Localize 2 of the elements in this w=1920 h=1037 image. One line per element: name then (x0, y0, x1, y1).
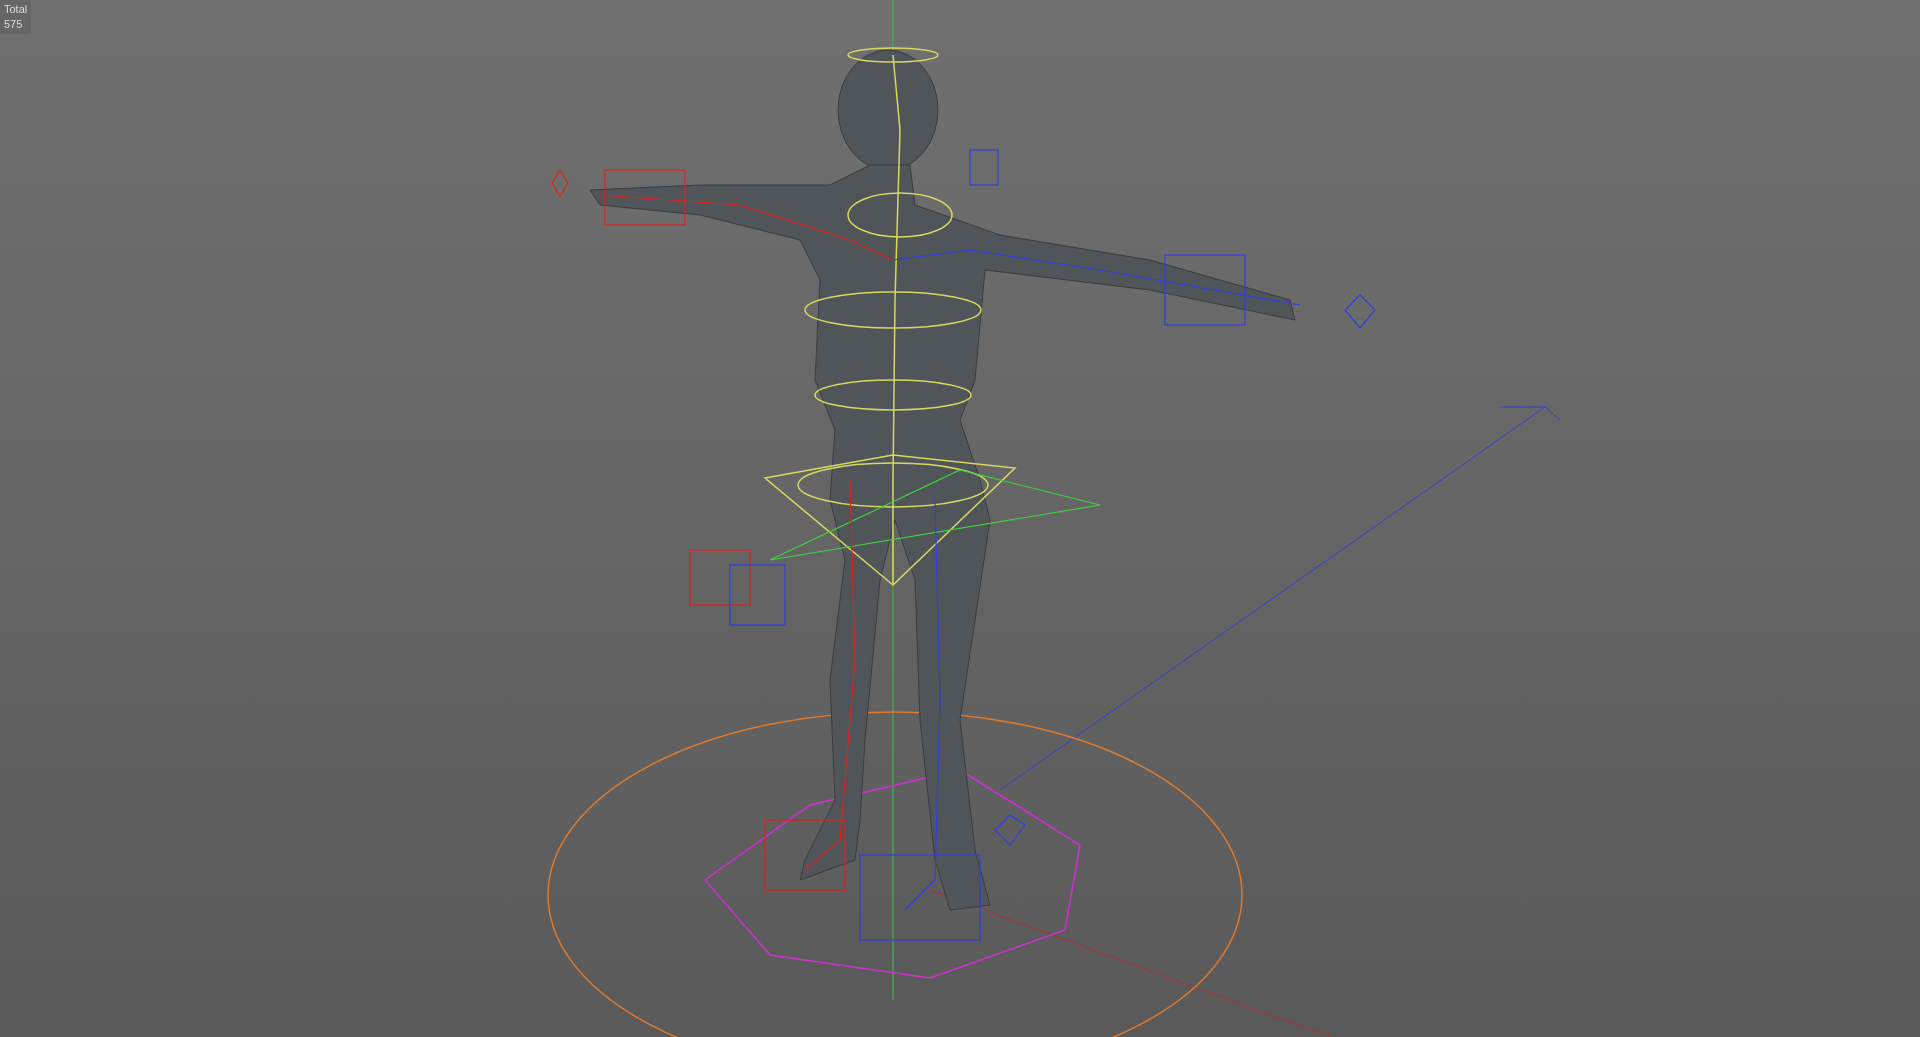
stats-value: 575 (4, 19, 24, 30)
stats-label: Total (4, 4, 28, 15)
